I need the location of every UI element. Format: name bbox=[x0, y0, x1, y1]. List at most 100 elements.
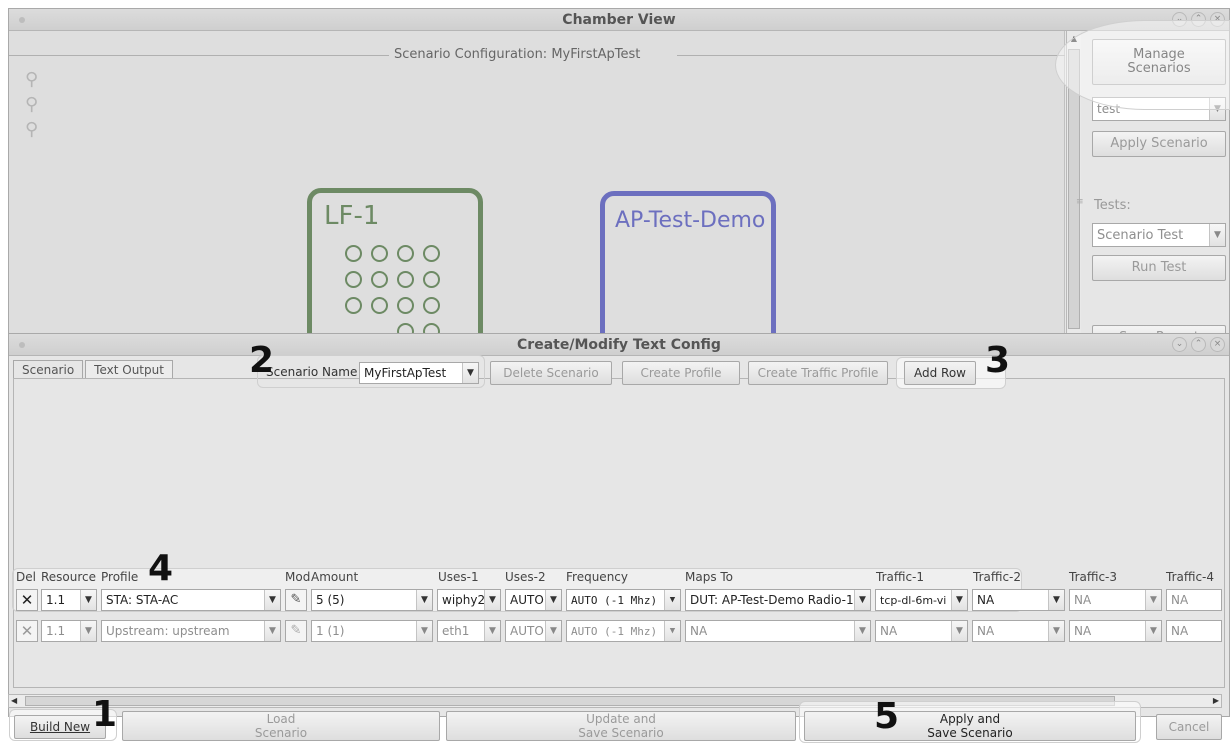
traffic-3-select[interactable]: NA ▼ bbox=[1069, 589, 1162, 611]
zoom-out-icon[interactable]: ⚲ bbox=[25, 119, 38, 140]
window-menu-icon[interactable] bbox=[19, 342, 25, 348]
chevron-down-icon: ▼ bbox=[264, 590, 280, 610]
callout-number-2: 2 bbox=[249, 340, 275, 381]
port-icon bbox=[423, 297, 440, 314]
test-select[interactable]: Scenario Test ▼ bbox=[1092, 223, 1226, 247]
edit-pencil-icon[interactable]: ✎ bbox=[285, 589, 307, 611]
maps-to-select[interactable]: NA ▼ bbox=[685, 620, 871, 642]
chamber-view-titlebar: Chamber View ⌄ ⌃ × bbox=[9, 9, 1229, 31]
col-profile: Profile bbox=[101, 570, 139, 584]
chevron-down-icon: ▼ bbox=[416, 590, 432, 610]
callout-frame-2 bbox=[257, 355, 485, 388]
apply-scenario-button[interactable]: Apply Scenario bbox=[1092, 131, 1226, 157]
amount-select[interactable]: 5 (5) ▼ bbox=[311, 589, 433, 611]
create-traffic-profile-button[interactable]: Create Traffic Profile bbox=[748, 361, 888, 385]
tests-label: Tests: bbox=[1094, 198, 1131, 213]
traffic-3-value: NA bbox=[1074, 624, 1092, 638]
chevron-down-icon: ▼ bbox=[664, 621, 680, 641]
profile-select[interactable]: Upstream: upstream ▼ bbox=[101, 620, 281, 642]
delete-row-icon[interactable]: ✕ bbox=[16, 620, 38, 642]
port-icon bbox=[371, 297, 388, 314]
uses-2-select[interactable]: AUTO ▼ bbox=[505, 589, 562, 611]
zoom-in-icon[interactable]: ⚲ bbox=[25, 69, 38, 90]
config-window: Create/Modify Text Config ⌄ ⌃ × Scenario… bbox=[8, 333, 1230, 717]
callout-number-5: 5 bbox=[874, 696, 900, 737]
tab-text-output[interactable]: Text Output bbox=[85, 360, 173, 379]
traffic-4-select[interactable]: NA bbox=[1166, 589, 1222, 611]
col-traffic-3: Traffic-3 bbox=[1069, 570, 1118, 584]
chevron-down-icon: ▼ bbox=[545, 621, 561, 641]
port-icon bbox=[397, 297, 414, 314]
traffic-1-select[interactable]: tcp-dl-6m-vi ▼ bbox=[875, 589, 968, 611]
tab-bar: Scenario Text Output bbox=[13, 360, 175, 379]
frequency-value: AUTO (-1 Mhz) bbox=[571, 593, 658, 607]
traffic-4-select[interactable]: NA bbox=[1166, 620, 1222, 642]
frequency-select[interactable]: AUTO (-1 Mhz) ▼ bbox=[566, 589, 681, 611]
col-traffic-2: Traffic-2 bbox=[973, 570, 1022, 584]
chevron-down-icon: ▼ bbox=[854, 590, 870, 610]
tab-scenario[interactable]: Scenario bbox=[13, 360, 84, 379]
amount-value: 5 (5) bbox=[316, 593, 345, 607]
scroll-right-icon[interactable]: ▶ bbox=[1213, 695, 1219, 707]
maps-to-select[interactable]: DUT: AP-Test-Demo Radio-1 ▼ bbox=[685, 589, 871, 611]
maps-to-value: DUT: AP-Test-Demo Radio-1 bbox=[690, 593, 854, 607]
chevron-down-icon: ▼ bbox=[1145, 590, 1161, 610]
maximize-icon[interactable]: ⌃ bbox=[1191, 337, 1206, 352]
close-icon[interactable]: × bbox=[1210, 337, 1225, 352]
callout-number-3: 3 bbox=[985, 340, 1011, 381]
window-menu-icon[interactable] bbox=[19, 17, 25, 23]
col-traffic-4: Traffic-4 bbox=[1166, 570, 1215, 584]
load-scenario-button[interactable]: Load Scenario bbox=[122, 711, 440, 741]
uses-1-select[interactable]: wiphy2 ▼ bbox=[437, 589, 501, 611]
scroll-left-icon[interactable]: ◀ bbox=[11, 695, 17, 707]
maps-to-value: NA bbox=[690, 624, 708, 638]
frequency-value: AUTO (-1 Mhz) bbox=[571, 624, 658, 638]
port-icon bbox=[371, 271, 388, 288]
add-row-button[interactable]: Add Row bbox=[904, 361, 976, 385]
port-icon bbox=[397, 245, 414, 262]
uses-2-value: AUTO bbox=[510, 593, 544, 607]
chevron-down-icon: ▼ bbox=[1145, 621, 1161, 641]
cancel-button[interactable]: Cancel bbox=[1156, 714, 1222, 740]
frequency-select[interactable]: AUTO (-1 Mhz) ▼ bbox=[566, 620, 681, 642]
delete-row-icon[interactable]: ✕ bbox=[16, 589, 38, 611]
port-icon bbox=[345, 271, 362, 288]
zoom-reset-icon[interactable]: ⚲ bbox=[25, 94, 38, 115]
resource-select[interactable]: 1.1 ▼ bbox=[41, 589, 97, 611]
delete-scenario-button[interactable]: Delete Scenario bbox=[490, 361, 612, 385]
apply-save-scenario-button[interactable]: Apply and Save Scenario bbox=[804, 711, 1136, 741]
traffic-2-select[interactable]: NA ▼ bbox=[972, 620, 1065, 642]
edit-pencil-icon[interactable]: ✎ bbox=[285, 620, 307, 642]
traffic-2-value: NA bbox=[977, 624, 995, 638]
amount-value: 1 (1) bbox=[316, 624, 345, 638]
fieldset-border-right bbox=[677, 55, 1065, 56]
test-select-value: Scenario Test bbox=[1097, 227, 1184, 243]
profile-select[interactable]: STA: STA-AC ▼ bbox=[101, 589, 281, 611]
update-save-scenario-button[interactable]: Update and Save Scenario bbox=[446, 711, 796, 741]
minimize-icon[interactable]: ⌄ bbox=[1172, 337, 1187, 352]
traffic-1-value: tcp-dl-6m-vi bbox=[880, 593, 947, 607]
traffic-4-value: NA bbox=[1171, 624, 1189, 638]
node-ap-label: AP-Test-Demo bbox=[615, 208, 766, 233]
port-icon bbox=[371, 245, 388, 262]
port-icon bbox=[345, 245, 362, 262]
amount-select[interactable]: 1 (1) ▼ bbox=[311, 620, 433, 642]
port-icon bbox=[345, 297, 362, 314]
resource-value: 1.1 bbox=[46, 593, 66, 607]
splitter-grip-icon[interactable]: ≡ bbox=[1076, 197, 1084, 207]
traffic-1-select[interactable]: NA ▼ bbox=[875, 620, 968, 642]
chevron-down-icon: ▼ bbox=[80, 590, 96, 610]
uses-1-select[interactable]: eth1 ▼ bbox=[437, 620, 501, 642]
fieldset-border-left bbox=[9, 55, 389, 56]
uses-2-select[interactable]: AUTO ▼ bbox=[505, 620, 562, 642]
col-resource: Resource bbox=[41, 570, 97, 584]
resource-value: 1.1 bbox=[46, 624, 66, 638]
create-profile-button[interactable]: Create Profile bbox=[622, 361, 740, 385]
col-amount: Amount bbox=[311, 570, 359, 584]
traffic-2-select[interactable]: NA ▼ bbox=[972, 589, 1065, 611]
run-test-button[interactable]: Run Test bbox=[1092, 255, 1226, 281]
col-uses-2: Uses-2 bbox=[505, 570, 546, 584]
resource-select[interactable]: 1.1 ▼ bbox=[41, 620, 97, 642]
col-del: Del bbox=[16, 570, 36, 584]
traffic-3-select[interactable]: NA ▼ bbox=[1069, 620, 1162, 642]
